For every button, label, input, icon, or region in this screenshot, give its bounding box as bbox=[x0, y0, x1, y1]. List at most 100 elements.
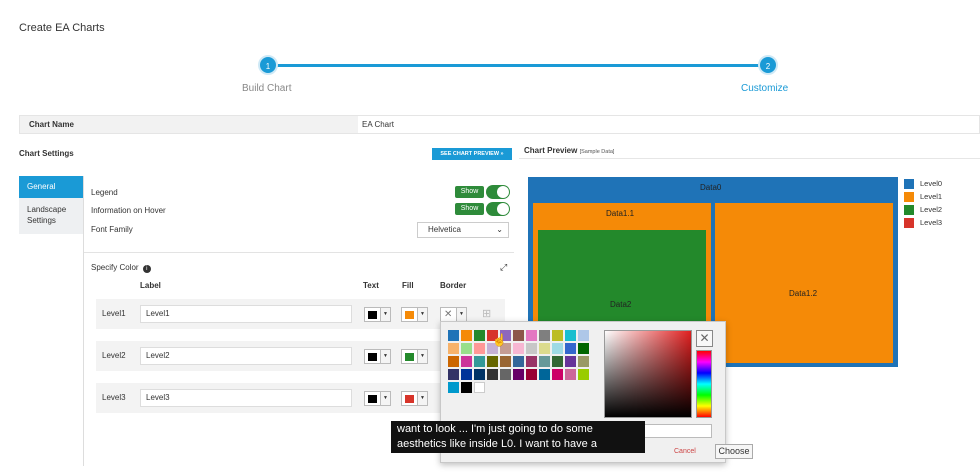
palette-swatch[interactable] bbox=[448, 343, 459, 354]
level-3-text-color-picker[interactable]: ▼ bbox=[364, 391, 391, 406]
palette-swatch[interactable] bbox=[539, 369, 550, 380]
level-2-fill-color-picker[interactable]: ▼ bbox=[401, 349, 428, 364]
level-1-border-color-picker[interactable]: ✕ ▼ bbox=[440, 307, 467, 322]
expand-icon[interactable]: ⤢ bbox=[500, 262, 507, 273]
legend-item-level0[interactable]: Level0 bbox=[904, 179, 942, 192]
level-1-fill-color-picker[interactable]: ▼ bbox=[401, 307, 428, 322]
chart-preview-label: Chart Preview bbox=[524, 146, 578, 155]
hue-slider[interactable] bbox=[696, 350, 712, 418]
level-3-fill-color-picker[interactable]: ▼ bbox=[401, 391, 428, 406]
page-title: Create EA Charts bbox=[19, 22, 105, 34]
palette-swatch[interactable] bbox=[513, 356, 524, 367]
chart-name-row: Chart Name EA Chart bbox=[19, 115, 980, 134]
palette-swatch[interactable] bbox=[578, 330, 589, 341]
palette-swatch[interactable] bbox=[565, 330, 576, 341]
step-1-label[interactable]: Build Chart bbox=[242, 83, 291, 94]
preview-border bbox=[519, 158, 980, 159]
hand-cursor-icon: ☝ bbox=[492, 333, 507, 347]
color-gradient-picker[interactable] bbox=[604, 330, 692, 418]
palette-swatch[interactable] bbox=[526, 330, 537, 341]
palette-swatch[interactable] bbox=[474, 330, 485, 341]
info-icon[interactable]: i bbox=[142, 265, 151, 273]
hover-label: Information on Hover bbox=[91, 206, 166, 215]
treemap-node-data1-2-label: Data1.2 bbox=[789, 289, 818, 298]
legend-item-level3[interactable]: Level3 bbox=[904, 218, 942, 231]
hover-toggle-text: Show bbox=[455, 203, 484, 215]
hover-toggle[interactable]: Show bbox=[455, 202, 510, 216]
palette-swatch[interactable] bbox=[500, 369, 511, 380]
palette-swatch[interactable] bbox=[539, 343, 550, 354]
add-icon[interactable]: ⊞ bbox=[482, 307, 491, 320]
palette-swatch[interactable] bbox=[513, 330, 524, 341]
palette-swatch[interactable] bbox=[578, 356, 589, 367]
close-icon[interactable]: ✕ bbox=[696, 330, 713, 347]
no-color-icon: ✕ bbox=[444, 309, 453, 320]
palette-swatch[interactable] bbox=[552, 369, 563, 380]
palette-swatch[interactable] bbox=[448, 356, 459, 367]
palette-swatch[interactable] bbox=[448, 369, 459, 380]
see-chart-preview-button[interactable]: SEE CHART PREVIEW » bbox=[432, 148, 512, 160]
palette-swatch[interactable] bbox=[474, 382, 485, 393]
palette-cancel-link[interactable]: Cancel bbox=[674, 448, 696, 455]
step-2-label[interactable]: Customize bbox=[741, 83, 788, 94]
palette-swatch[interactable] bbox=[513, 343, 524, 354]
chevron-down-icon: ▼ bbox=[417, 392, 427, 405]
level-1-text-color-picker[interactable]: ▼ bbox=[364, 307, 391, 322]
palette-swatch[interactable] bbox=[539, 330, 550, 341]
palette-swatch[interactable] bbox=[565, 356, 576, 367]
palette-swatch[interactable] bbox=[565, 369, 576, 380]
step-1-dot[interactable]: 1 bbox=[258, 55, 278, 75]
palette-swatch[interactable] bbox=[487, 369, 498, 380]
chevron-down-icon: ▼ bbox=[417, 308, 427, 321]
level-2-label-input[interactable]: Level2 bbox=[140, 347, 352, 365]
tab-landscape-settings[interactable]: Landscape Settings bbox=[19, 198, 83, 234]
palette-swatch[interactable] bbox=[578, 369, 589, 380]
palette-swatch[interactable] bbox=[461, 382, 472, 393]
specify-color-title: Specify Color i bbox=[91, 263, 151, 273]
palette-choose-button[interactable]: Choose bbox=[715, 444, 753, 459]
palette-swatch[interactable] bbox=[448, 330, 459, 341]
stepper: 1 2 Build Chart Customize bbox=[0, 55, 980, 100]
chevron-down-icon: ▼ bbox=[417, 350, 427, 363]
palette-swatch[interactable] bbox=[552, 343, 563, 354]
palette-swatch[interactable] bbox=[474, 356, 485, 367]
legend-toggle[interactable]: Show bbox=[455, 185, 510, 199]
palette-swatch[interactable] bbox=[565, 343, 576, 354]
palette-swatch[interactable] bbox=[461, 356, 472, 367]
palette-swatch[interactable] bbox=[474, 369, 485, 380]
legend-item-level2[interactable]: Level2 bbox=[904, 205, 942, 218]
step-2-dot[interactable]: 2 bbox=[758, 55, 778, 75]
chart-name-input[interactable]: EA Chart bbox=[362, 116, 394, 133]
palette-swatch[interactable] bbox=[487, 356, 498, 367]
treemap-root-label: Data0 bbox=[700, 183, 722, 192]
palette-swatch[interactable] bbox=[526, 369, 537, 380]
legend-toggle-text: Show bbox=[455, 186, 484, 198]
tab-general[interactable]: General bbox=[19, 176, 83, 198]
palette-swatch[interactable] bbox=[552, 330, 563, 341]
legend-label: Legend bbox=[91, 188, 118, 197]
palette-swatch[interactable] bbox=[578, 343, 589, 354]
palette-swatch[interactable] bbox=[474, 343, 485, 354]
palette-swatch[interactable] bbox=[461, 330, 472, 341]
palette-swatch[interactable] bbox=[500, 356, 511, 367]
palette-swatch[interactable] bbox=[461, 369, 472, 380]
palette-swatch[interactable] bbox=[526, 343, 537, 354]
palette-swatch[interactable] bbox=[526, 356, 537, 367]
divider bbox=[84, 252, 514, 253]
chart-settings-title: Chart Settings bbox=[19, 149, 74, 158]
level-2-text-color-picker[interactable]: ▼ bbox=[364, 349, 391, 364]
palette-swatch[interactable] bbox=[448, 382, 459, 393]
level-1-label-input[interactable]: Level1 bbox=[140, 305, 352, 323]
legend-item-level1[interactable]: Level1 bbox=[904, 192, 942, 205]
panel-border bbox=[83, 176, 84, 466]
palette-swatch[interactable] bbox=[552, 356, 563, 367]
palette-swatch[interactable] bbox=[461, 343, 472, 354]
palette-swatch[interactable] bbox=[539, 356, 550, 367]
font-family-select[interactable]: Helvetica ⌄ bbox=[417, 222, 509, 238]
palette-swatch[interactable] bbox=[513, 369, 524, 380]
level-3-label-input[interactable]: Level3 bbox=[140, 389, 352, 407]
chevron-down-icon: ▼ bbox=[380, 308, 390, 321]
stepper-line bbox=[268, 64, 768, 67]
treemap-node-data1-2[interactable]: Data1.2 bbox=[715, 203, 893, 363]
treemap-node-data1-1-label: Data1.1 bbox=[606, 209, 635, 218]
